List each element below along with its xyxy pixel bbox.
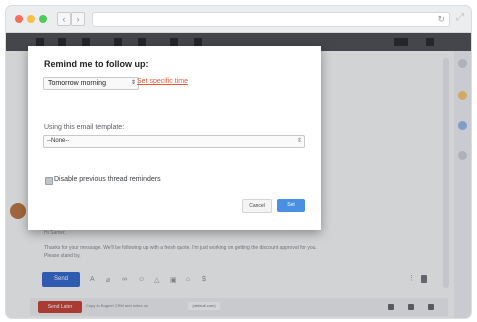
minimize-window-icon[interactable] [27,15,35,23]
set-specific-time-link[interactable]: Set specific time [137,78,188,85]
chevron-updown-icon: ⇕ [296,138,302,144]
template-label: Using this email template: [44,124,125,131]
browser-titlebar: ‹ › ↻ ⤢ [6,6,471,33]
email-app: Hi Samer, Thanks for your message. We'll… [6,33,471,318]
fullscreen-icon[interactable]: ⤢ [456,12,464,23]
maximize-window-icon[interactable] [39,15,47,23]
reminder-time-value: Tomorrow morning [48,80,106,87]
disable-reminders-label: Disable previous thread reminders [54,176,161,183]
chevron-updown-icon: ⇕ [130,80,136,86]
follow-up-reminder-dialog: Remind me to follow up: Tomorrow morning… [28,46,321,230]
browser-window: ‹ › ↻ ⤢ Hi Samer, Thanks for your messag… [6,6,471,318]
back-arrow-icon[interactable]: ‹ [57,12,71,26]
address-bar[interactable]: ↻ [92,12,450,27]
set-button[interactable]: Set [277,199,305,212]
disable-reminders-checkbox[interactable] [45,177,53,185]
template-value: --None-- [47,138,70,144]
dialog-title: Remind me to follow up: [44,59,149,69]
forward-arrow-icon[interactable]: › [71,12,85,26]
cancel-button[interactable]: Cancel [242,199,272,213]
email-template-select[interactable]: --None-- ⇕ [43,135,305,148]
reminder-time-select[interactable]: Tomorrow morning ⇕ [43,77,139,90]
close-window-icon[interactable] [15,15,23,23]
reload-icon[interactable]: ↻ [437,13,445,26]
